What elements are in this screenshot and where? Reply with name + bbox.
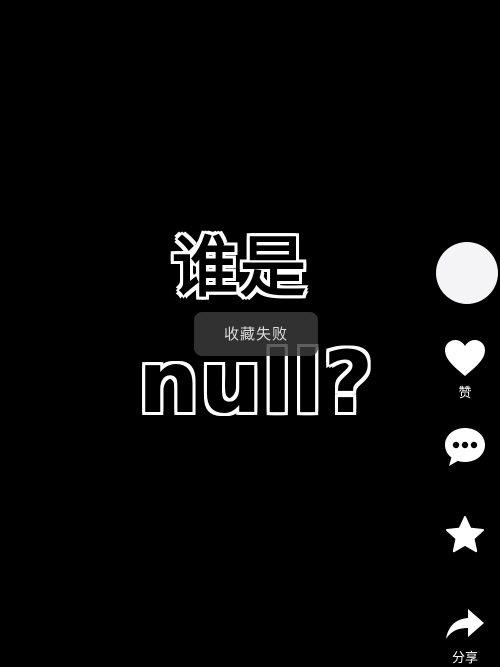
- video-player[interactable]: 谁是 null? 收藏失败: [0, 0, 500, 667]
- star-icon: [446, 516, 484, 553]
- comment-button[interactable]: [430, 426, 500, 468]
- action-rail: 赞 分享: [430, 240, 500, 667]
- like-label: 赞: [458, 386, 472, 401]
- share-arrow-icon: [446, 609, 484, 639]
- favorite-failed-toast: 收藏失败: [194, 312, 318, 356]
- author-avatar[interactable]: [436, 242, 498, 304]
- video-caption-title: 谁是: [172, 229, 308, 306]
- favorite-button[interactable]: [430, 515, 500, 555]
- comment-icon: [445, 428, 485, 466]
- share-label: 分享: [451, 651, 478, 666]
- heart-icon: [445, 340, 485, 376]
- like-button[interactable]: 赞: [430, 338, 500, 401]
- share-button[interactable]: 分享: [430, 607, 500, 666]
